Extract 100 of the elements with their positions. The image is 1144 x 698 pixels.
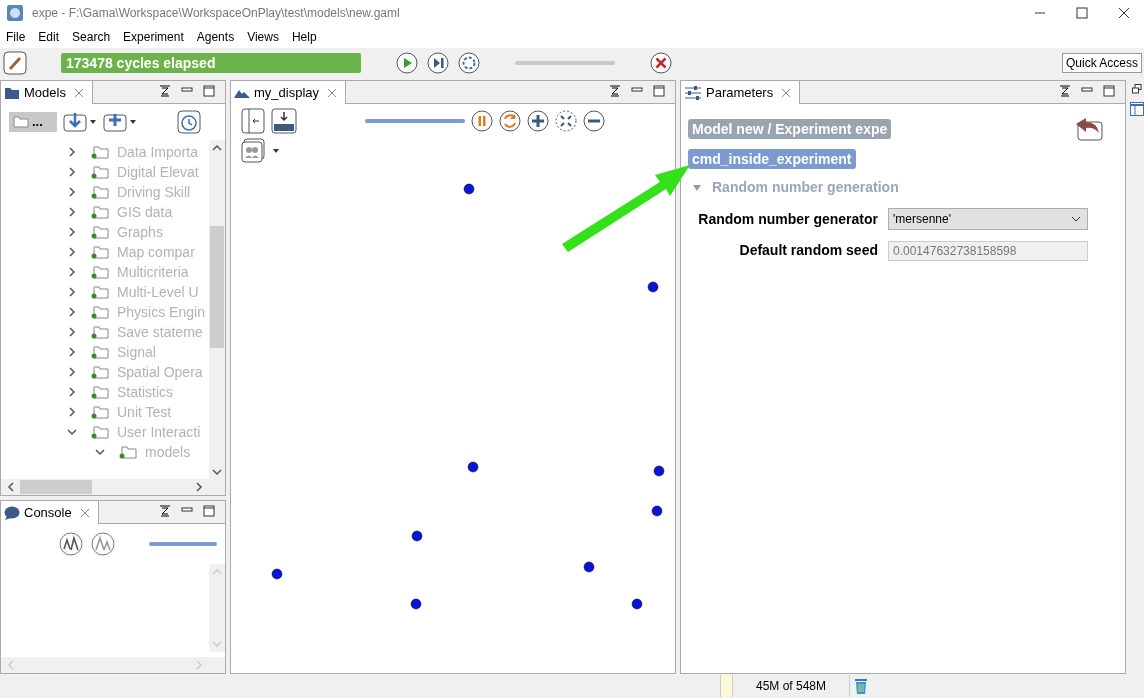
horizontal-scrollbar[interactable]: [1, 657, 225, 673]
pause-icon[interactable]: [471, 110, 493, 132]
folder-icon: [91, 425, 109, 439]
maximize-icon[interactable]: [203, 85, 215, 97]
collapsed-icon[interactable]: [67, 167, 77, 177]
tree-item[interactable]: Multicriteria: [117, 261, 189, 283]
maximize-icon[interactable]: [203, 505, 215, 517]
folder-icon: [91, 365, 109, 379]
tree-item[interactable]: Digital Elevat: [117, 161, 199, 183]
tree-item[interactable]: models: [145, 441, 191, 463]
alarm-clock-icon[interactable]: [177, 110, 201, 134]
folder-icon: [119, 445, 137, 459]
collapsed-icon[interactable]: [67, 247, 77, 257]
reload-icon[interactable]: [458, 52, 480, 74]
save-snapshot-icon[interactable]: [271, 108, 297, 134]
close-icon[interactable]: [650, 52, 672, 74]
tree-item[interactable]: Multi-Level U: [117, 281, 199, 303]
folder-button[interactable]: ...: [9, 112, 57, 132]
tree-item[interactable]: User Interacti: [117, 421, 201, 443]
view-tab[interactable]: Models: [1, 81, 93, 104]
tree-item[interactable]: Map compar: [117, 241, 195, 263]
menu-item[interactable]: Agents: [196, 28, 235, 46]
collapsed-icon[interactable]: [67, 307, 77, 317]
chevron-down-icon: [1071, 216, 1081, 222]
folder-icon: [91, 225, 109, 239]
tree-item[interactable]: Driving Skill: [117, 181, 191, 203]
collapsed-icon[interactable]: [67, 407, 77, 417]
folder-icon: [91, 265, 109, 279]
pin-icon[interactable]: [609, 85, 621, 97]
menu-item[interactable]: Help: [291, 28, 317, 46]
expanded-icon[interactable]: [67, 427, 77, 437]
step-icon[interactable]: [427, 52, 449, 74]
folder-icon: [91, 305, 109, 319]
zoom-slider[interactable]: [365, 119, 465, 123]
seed-field[interactable]: 0.00147632738158598: [888, 240, 1088, 261]
tree-item[interactable]: Statistics: [117, 381, 173, 403]
horizontal-scrollbar[interactable]: [1, 479, 225, 495]
command-button[interactable]: cmd_inside_experiment: [688, 149, 856, 169]
maximize-icon[interactable]: [1103, 85, 1115, 97]
tree-item[interactable]: Graphs: [117, 221, 163, 243]
add-icon[interactable]: [103, 111, 137, 133]
fit-view-icon[interactable]: [555, 110, 577, 132]
tree-item[interactable]: Unit Test: [117, 401, 172, 423]
revert-icon[interactable]: [1075, 117, 1103, 141]
section-title: Random number generation: [712, 178, 899, 197]
decrease-font-icon[interactable]: [91, 532, 115, 556]
zoom-out-icon[interactable]: [583, 110, 605, 132]
dropdown[interactable]: 'mersenne': [888, 208, 1088, 230]
memory-status: 45M of 548M: [732, 675, 850, 697]
sidebar-toggle-icon[interactable]: [241, 108, 265, 134]
restore-icon[interactable]: [1132, 84, 1142, 94]
download-icon[interactable]: [63, 111, 97, 133]
collapsed-icon[interactable]: [67, 207, 77, 217]
tree-item[interactable]: Physics Engin: [117, 301, 205, 323]
agent-dot: [467, 461, 479, 473]
play-icon[interactable]: [396, 52, 418, 74]
collapsed-icon[interactable]: [67, 227, 77, 237]
close-icon[interactable]: [1118, 7, 1130, 19]
tree-item[interactable]: Data Importa: [117, 141, 198, 163]
tree-item[interactable]: GIS data: [117, 201, 173, 223]
expanded-icon[interactable]: [95, 447, 105, 457]
agent-dot: [271, 568, 283, 580]
edit-icon[interactable]: [3, 51, 27, 75]
trash-icon[interactable]: [854, 677, 868, 695]
pin-icon[interactable]: [159, 505, 171, 517]
collapsed-icon[interactable]: [67, 367, 77, 377]
pin-icon[interactable]: [1059, 85, 1071, 97]
menu-item[interactable]: Edit: [38, 28, 60, 46]
collapsed-icon[interactable]: [67, 187, 77, 197]
collapsed-icon[interactable]: [67, 327, 77, 337]
menu-item[interactable]: Experiment: [123, 28, 184, 46]
view-tab[interactable]: my_display: [231, 81, 347, 104]
collapsed-icon[interactable]: [67, 287, 77, 297]
tree-item[interactable]: Spatial Opera: [117, 361, 203, 383]
increase-font-icon[interactable]: [59, 532, 83, 556]
cycles-status: 173478 cycles elapsed: [61, 53, 361, 73]
menu-item[interactable]: Views: [247, 28, 279, 46]
tree-item[interactable]: Signal: [117, 341, 156, 363]
console-slider[interactable]: [149, 542, 217, 546]
vertical-scrollbar[interactable]: [209, 564, 225, 652]
panel-icon[interactable]: [1130, 102, 1144, 116]
pin-icon[interactable]: [159, 85, 171, 97]
memory-gauge: [720, 675, 732, 697]
collapsed-icon[interactable]: [67, 387, 77, 397]
menu-item[interactable]: Search: [72, 28, 111, 46]
sync-icon[interactable]: [499, 110, 521, 132]
folder-icon: [91, 165, 109, 179]
agent-dot: [583, 561, 595, 573]
collapsed-icon[interactable]: [67, 267, 77, 277]
view-tab[interactable]: Parameters: [681, 81, 801, 104]
maximize-icon[interactable]: [653, 85, 665, 97]
collapsed-icon[interactable]: [67, 147, 77, 157]
view-tab[interactable]: Console: [1, 501, 99, 524]
tree-item[interactable]: Save stateme: [117, 321, 203, 343]
zoom-in-icon[interactable]: [527, 110, 549, 132]
vertical-scrollbar[interactable]: [209, 140, 225, 480]
maximize-icon[interactable]: [1076, 7, 1088, 19]
menu-item[interactable]: File: [6, 28, 26, 46]
quick-access-field[interactable]: Quick Access: [1061, 53, 1142, 73]
collapsed-icon[interactable]: [67, 347, 77, 357]
